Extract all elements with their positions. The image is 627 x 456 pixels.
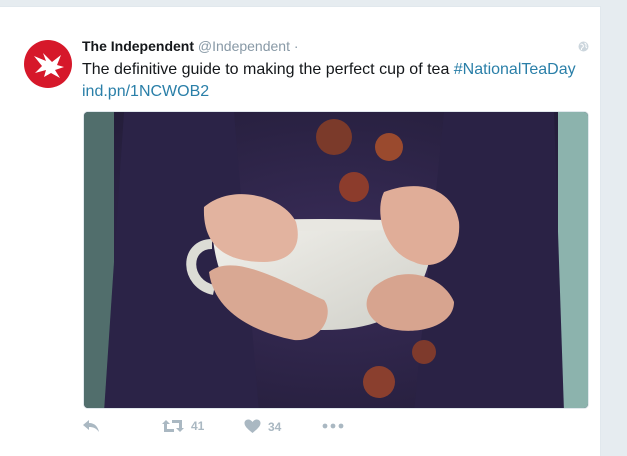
- like-count: 34: [268, 419, 282, 434]
- heart-icon: [244, 419, 261, 433]
- author-name[interactable]: The Independent: [82, 38, 194, 54]
- retweet-button[interactable]: 41: [162, 419, 204, 433]
- tweet-photo[interactable]: [83, 111, 589, 409]
- more-button[interactable]: [322, 419, 344, 433]
- retweet-count: 41: [191, 419, 205, 433]
- like-button[interactable]: 34: [244, 419, 281, 434]
- eagle-logo-icon: [34, 53, 64, 78]
- article-link[interactable]: ind.pn/1NCWOB2: [82, 83, 209, 100]
- tea-cup-photo: [84, 112, 588, 408]
- tweet-text: The definitive guide to making the perfe…: [82, 59, 592, 103]
- reply-icon: [83, 420, 99, 432]
- tweet-card[interactable]: The Independent @Independent · The defin…: [0, 6, 601, 456]
- author-handle[interactable]: @Independent: [198, 38, 290, 54]
- header-separator: ·: [293, 38, 299, 54]
- tweet-header: The Independent @Independent ·: [82, 38, 299, 54]
- tweet-body: The definitive guide to making the perfe…: [82, 61, 454, 78]
- hashtag-link[interactable]: #NationalTeaDay: [454, 61, 576, 78]
- globe-icon: [578, 41, 589, 52]
- avatar[interactable]: [24, 40, 72, 88]
- reply-button[interactable]: [82, 419, 100, 433]
- retweet-icon: [162, 420, 184, 432]
- more-icon: [322, 423, 344, 429]
